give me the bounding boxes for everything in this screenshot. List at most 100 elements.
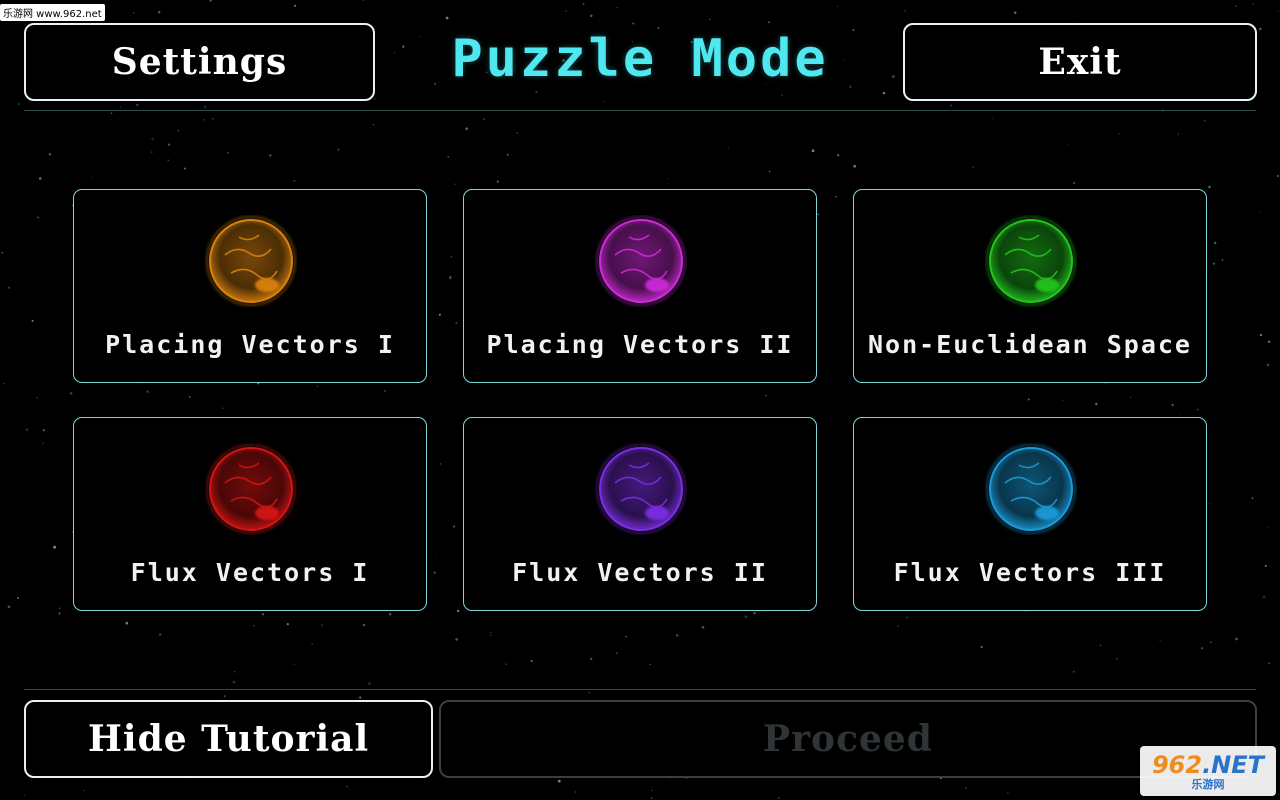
star bbox=[490, 631, 492, 634]
star bbox=[765, 395, 767, 397]
star bbox=[625, 635, 628, 638]
star bbox=[337, 148, 340, 151]
star bbox=[1267, 340, 1271, 344]
purple-planet-icon bbox=[595, 443, 687, 535]
star bbox=[582, 2, 585, 5]
level-card[interactable]: Placing Vectors II bbox=[463, 189, 817, 383]
star bbox=[666, 178, 669, 180]
star bbox=[777, 797, 780, 799]
star bbox=[53, 545, 56, 549]
level-card[interactable]: Flux Vectors I bbox=[73, 417, 427, 611]
level-card[interactable]: Flux Vectors III bbox=[853, 417, 1207, 611]
star bbox=[1159, 640, 1161, 642]
star bbox=[1072, 670, 1075, 673]
star bbox=[7, 286, 11, 289]
star bbox=[891, 75, 895, 78]
star bbox=[167, 159, 170, 162]
star bbox=[456, 609, 460, 613]
level-card-label: Placing Vectors II bbox=[486, 330, 794, 359]
star bbox=[434, 556, 437, 558]
star bbox=[209, 0, 212, 2]
star bbox=[359, 696, 362, 699]
top-divider bbox=[24, 110, 1256, 111]
star bbox=[286, 622, 289, 626]
star bbox=[1267, 526, 1269, 528]
star bbox=[3, 382, 5, 385]
level-card-label: Non-Euclidean Space bbox=[868, 330, 1192, 359]
star bbox=[651, 789, 653, 791]
magenta-planet-icon bbox=[595, 215, 687, 307]
star bbox=[1258, 27, 1262, 31]
star bbox=[90, 176, 92, 179]
star bbox=[781, 94, 783, 97]
star bbox=[58, 612, 61, 615]
star bbox=[157, 10, 161, 14]
blue-planet-icon bbox=[985, 443, 1077, 535]
level-card-label: Flux Vectors II bbox=[512, 558, 768, 587]
level-card[interactable]: Non-Euclidean Space bbox=[853, 189, 1207, 383]
star bbox=[158, 633, 162, 636]
exit-button[interactable]: Exit bbox=[903, 23, 1257, 101]
star bbox=[992, 117, 994, 120]
star bbox=[897, 625, 899, 628]
level-card[interactable]: Flux Vectors II bbox=[463, 417, 817, 611]
star bbox=[110, 112, 113, 115]
star bbox=[146, 390, 149, 393]
level-card-label: Placing Vectors I bbox=[105, 330, 395, 359]
star bbox=[1179, 413, 1182, 415]
star bbox=[1209, 502, 1211, 504]
star bbox=[188, 396, 191, 398]
star bbox=[448, 276, 452, 279]
star bbox=[506, 153, 509, 156]
star bbox=[753, 611, 756, 615]
star bbox=[1099, 644, 1102, 646]
green-planet-icon bbox=[985, 215, 1077, 307]
star bbox=[42, 429, 45, 432]
star bbox=[588, 692, 591, 694]
star bbox=[293, 663, 295, 666]
star bbox=[836, 154, 840, 157]
level-card[interactable]: Placing Vectors I bbox=[73, 189, 427, 383]
star bbox=[837, 5, 839, 7]
star bbox=[1171, 403, 1174, 407]
star bbox=[151, 137, 154, 141]
star bbox=[516, 132, 519, 134]
star bbox=[835, 195, 837, 198]
star bbox=[311, 643, 313, 645]
star bbox=[125, 621, 129, 625]
star bbox=[590, 657, 593, 661]
page-title: Puzzle Mode bbox=[451, 29, 829, 89]
star bbox=[565, 10, 567, 12]
star bbox=[1061, 399, 1064, 402]
star bbox=[293, 179, 296, 182]
star bbox=[817, 213, 820, 216]
star bbox=[374, 98, 376, 100]
star bbox=[69, 392, 73, 395]
star bbox=[454, 183, 456, 185]
star bbox=[447, 156, 450, 158]
star bbox=[1277, 10, 1279, 12]
hide-tutorial-button[interactable]: Hide Tutorial bbox=[24, 700, 433, 778]
star bbox=[453, 525, 456, 528]
level-card-label: Flux Vectors III bbox=[893, 558, 1167, 587]
star bbox=[1196, 408, 1199, 411]
star bbox=[31, 319, 34, 322]
settings-button[interactable]: Settings bbox=[24, 23, 375, 101]
star bbox=[1252, 3, 1254, 5]
star bbox=[183, 167, 186, 170]
star bbox=[261, 613, 264, 616]
star bbox=[17, 103, 20, 105]
star bbox=[590, 14, 593, 18]
star bbox=[980, 645, 983, 649]
proceed-button[interactable]: Proceed bbox=[439, 700, 1257, 778]
star bbox=[223, 695, 226, 697]
star bbox=[1208, 185, 1211, 189]
star bbox=[1130, 396, 1132, 398]
star bbox=[439, 463, 442, 465]
star bbox=[253, 624, 255, 627]
star bbox=[38, 177, 42, 180]
star bbox=[119, 106, 121, 108]
watermark-suffix-text: .NET bbox=[1202, 750, 1265, 779]
star bbox=[232, 680, 236, 684]
star bbox=[1259, 333, 1263, 337]
